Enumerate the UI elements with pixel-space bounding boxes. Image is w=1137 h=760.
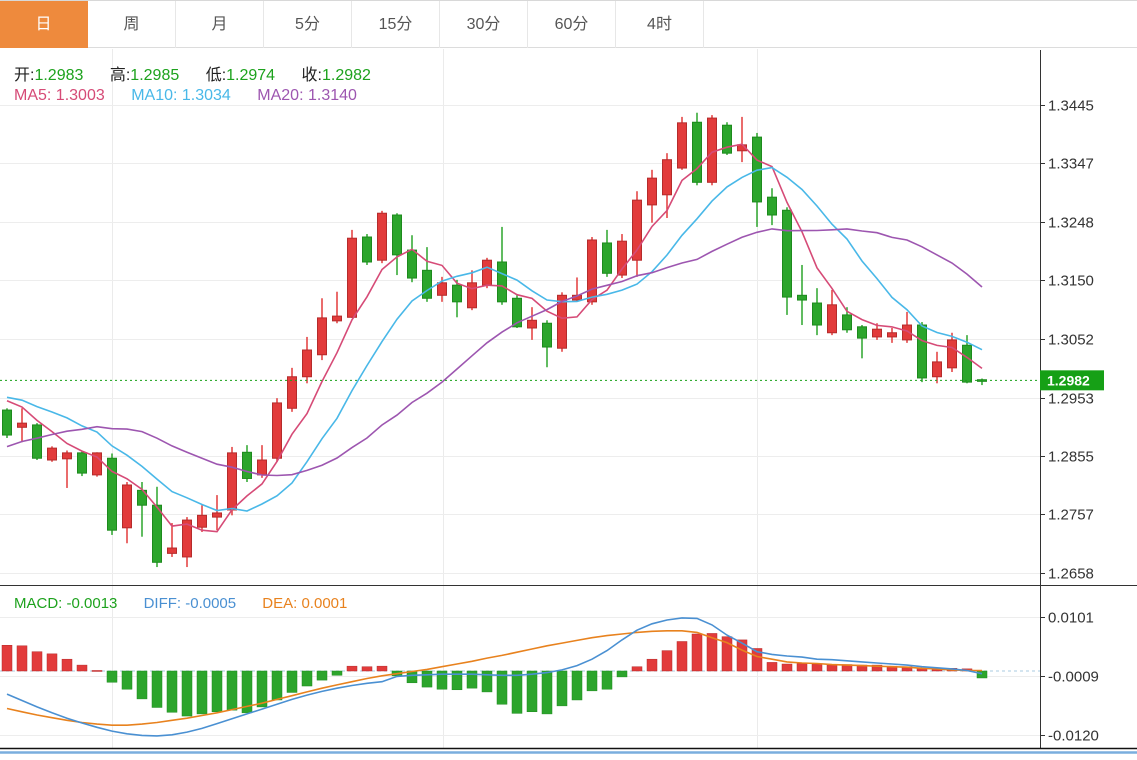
svg-text:1.2658: 1.2658 (1048, 566, 1094, 583)
dea-label: DEA: (262, 595, 297, 612)
svg-text:1.3150: 1.3150 (1048, 273, 1094, 290)
diff-label: DIFF: (144, 595, 182, 612)
open-label: 开: (14, 67, 34, 84)
period-tabbar: 日 周 月 5分 15分 30分 60分 4时 (0, 0, 1137, 48)
kline-chart-canvas[interactable]: 1.3445 1.3347 1.3248 1.3150 1.3052 1.2953 1.28… (0, 0, 1137, 755)
close-value: 1.2982 (322, 67, 371, 84)
svg-text:1.3248: 1.3248 (1048, 215, 1094, 232)
macd-label: MACD: (14, 595, 62, 612)
tab-4hour[interactable]: 4时 (616, 1, 704, 48)
low-label: 低: (206, 67, 226, 84)
tab-month[interactable]: 月 (176, 1, 264, 48)
svg-text:1.3445: 1.3445 (1048, 98, 1094, 115)
ma5-label: MA5: (14, 87, 51, 104)
macd-value: -0.0013 (67, 595, 118, 612)
open-value: 1.2983 (34, 67, 83, 84)
ma5-value: 1.3003 (56, 87, 105, 104)
ma20-label: MA20: (257, 87, 303, 104)
svg-text:-0.0120: -0.0120 (1048, 728, 1099, 745)
high-label: 高: (110, 67, 130, 84)
kline-chart[interactable]: 1.3445 1.3347 1.3248 1.3150 1.3052 1.2953 1.28… (0, 0, 1137, 755)
tab-15min[interactable]: 15分 (352, 1, 440, 48)
ohlc-readout: 开:1.2983 高:1.2985 低:1.2974 收:1.2982 (14, 61, 393, 85)
tab-week[interactable]: 周 (88, 1, 176, 48)
tab-day[interactable]: 日 (0, 1, 88, 48)
price-badge: 1.2982 (1047, 372, 1090, 388)
ma-readout: MA5: 1.3003 MA10: 1.3034 MA20: 1.3140 (14, 87, 379, 105)
close-label: 收: (302, 67, 322, 84)
ma10-label: MA10: (131, 87, 177, 104)
high-value: 1.2985 (130, 67, 179, 84)
ma20-value: 1.3140 (308, 87, 357, 104)
svg-text:1.3052: 1.3052 (1048, 332, 1094, 349)
svg-text:1.3347: 1.3347 (1048, 156, 1094, 173)
svg-text:1.2757: 1.2757 (1048, 507, 1094, 524)
tab-60min[interactable]: 60分 (528, 1, 616, 48)
tab-5min[interactable]: 5分 (264, 1, 352, 48)
ma10-value: 1.3034 (182, 87, 231, 104)
svg-text:-0.0009: -0.0009 (1048, 669, 1099, 686)
macd-readout: MACD: -0.0013 DIFF: -0.0005 DEA: 0.0001 (14, 595, 369, 612)
dea-value: 0.0001 (301, 595, 347, 612)
tab-30min[interactable]: 30分 (440, 1, 528, 48)
svg-text:1.2953: 1.2953 (1048, 391, 1094, 408)
svg-text:0.0101: 0.0101 (1048, 610, 1094, 627)
diff-value: -0.0005 (185, 595, 236, 612)
svg-text:1.2855: 1.2855 (1048, 449, 1094, 466)
low-value: 1.2974 (226, 67, 275, 84)
